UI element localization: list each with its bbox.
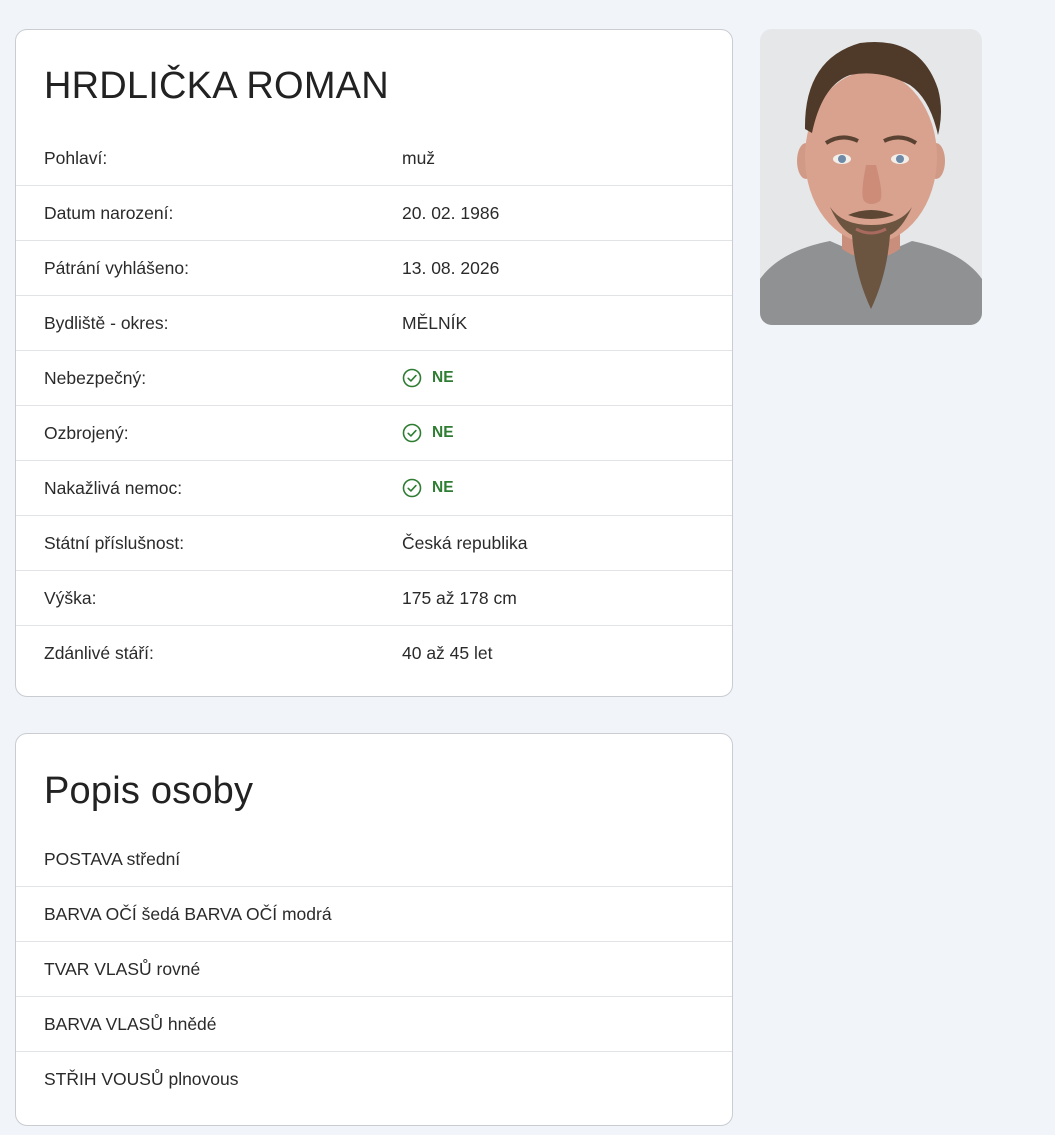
info-label: Ozbrojený: bbox=[44, 422, 129, 443]
info-value: 175 až 178 cm bbox=[402, 587, 517, 608]
person-name: HRDLIČKA ROMAN bbox=[44, 65, 389, 107]
person-photo bbox=[760, 29, 982, 325]
info-value: NE bbox=[402, 423, 704, 443]
description-item: STŘIH VOUSŮ plnovous bbox=[44, 1069, 239, 1089]
info-row: Zdánlivé stáří: 40 až 45 let bbox=[16, 626, 732, 681]
description-title: Popis osoby bbox=[44, 770, 254, 812]
info-row: Bydliště - okres: MĚLNÍK bbox=[16, 296, 732, 351]
info-value: 40 až 45 let bbox=[402, 643, 493, 663]
info-value: NE bbox=[402, 368, 704, 388]
check-circle-icon bbox=[402, 423, 422, 443]
info-label: Nakažlivá nemoc: bbox=[44, 477, 183, 498]
info-row: Pohlaví: muž bbox=[16, 131, 732, 186]
flag-text: NE bbox=[432, 369, 454, 386]
flag-text: NE bbox=[432, 424, 454, 441]
description-item: BARVA VLASŮ hnědé bbox=[16, 997, 732, 1052]
details-list: Pohlaví: muž Datum narození: 20. 02. 1986 Pá… bbox=[16, 131, 732, 681]
info-value: muž bbox=[402, 147, 436, 168]
info-label: Bydliště - okres: bbox=[44, 312, 169, 333]
status-flag: NE bbox=[402, 368, 704, 388]
info-row: Státní příslušnost: Česká republika bbox=[16, 516, 732, 571]
info-value: 13. 08. 2026 bbox=[402, 257, 500, 278]
info-value: Česká republika bbox=[402, 532, 528, 553]
flag-text: NE bbox=[432, 479, 454, 496]
info-label: Zdánlivé stáří: bbox=[44, 643, 154, 663]
info-row: Výška: 175 až 178 cm bbox=[16, 571, 732, 626]
info-row: Ozbrojený: NE bbox=[16, 406, 732, 461]
check-circle-icon bbox=[402, 368, 422, 388]
info-value: NE bbox=[402, 478, 704, 498]
info-row: Nakažlivá nemoc: NE bbox=[16, 461, 732, 516]
status-flag: NE bbox=[402, 423, 704, 443]
info-label: Pátrání vyhlášeno: bbox=[44, 257, 189, 278]
info-row: Pátrání vyhlášeno: 13. 08. 2026 bbox=[16, 241, 732, 296]
info-value: MĚLNÍK bbox=[402, 312, 468, 333]
description-list: POSTAVA střední BARVA OČÍ šedá BARVA OČÍ … bbox=[16, 832, 732, 1107]
info-label: Nebezpečný: bbox=[44, 367, 147, 388]
description-card: Popis osoby POSTAVA střední BARVA OČÍ šed… bbox=[15, 733, 733, 1126]
info-label: Pohlaví: bbox=[44, 147, 108, 168]
description-item: POSTAVA střední bbox=[16, 832, 732, 887]
description-item: TVAR VLASŮ rovné bbox=[16, 942, 732, 997]
status-flag: NE bbox=[402, 478, 704, 498]
person-info-card: HRDLIČKA ROMAN Pohlaví: muž Datum narození… bbox=[15, 29, 733, 697]
info-label: Datum narození: bbox=[44, 202, 174, 223]
check-circle-icon bbox=[402, 478, 422, 498]
info-row: Nebezpečný: NE bbox=[16, 351, 732, 406]
info-label: Výška: bbox=[44, 587, 97, 608]
description-item: BARVA OČÍ šedá BARVA OČÍ modrá bbox=[16, 887, 732, 942]
info-value: 20. 02. 1986 bbox=[402, 202, 500, 223]
info-label: Státní příslušnost: bbox=[44, 532, 185, 553]
info-row: Datum narození: 20. 02. 1986 bbox=[16, 186, 732, 241]
